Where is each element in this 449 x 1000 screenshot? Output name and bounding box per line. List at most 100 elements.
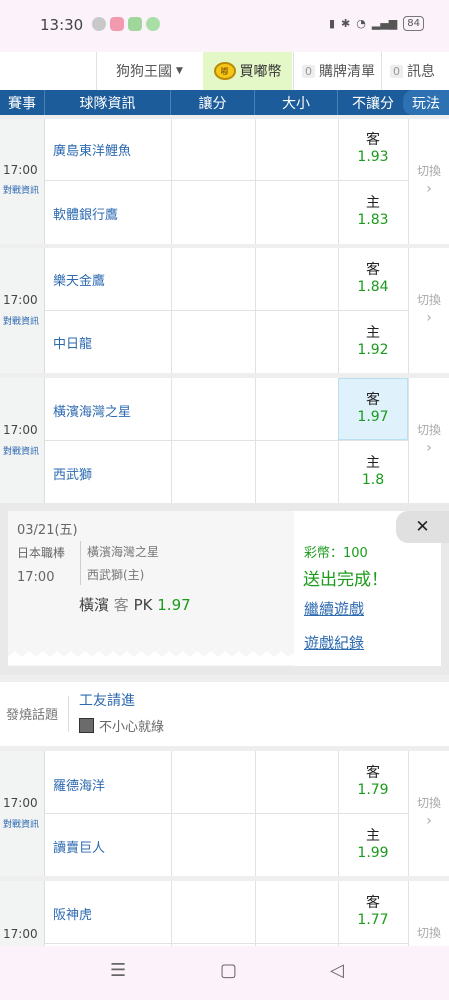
switch-button[interactable]: 切換 ›	[409, 162, 449, 197]
hot-topic-bar[interactable]: 發燒話題 工友請進 不小心就綠	[0, 682, 449, 746]
col-moneyline: 不讓分	[352, 95, 394, 112]
match-time-cell: 17:00 對戰資訊	[0, 751, 45, 876]
col-divider	[255, 378, 256, 503]
switch-button[interactable]: 切換 ›	[409, 421, 449, 456]
odds-table-header: 賽事 球隊資訊 讓分 大小 不讓分 玩法	[0, 90, 449, 115]
pick-side: 客	[113, 596, 129, 614]
match-row: 17:00 阪神虎 客 1.77 切換	[0, 881, 449, 946]
top-nav: 狗狗王國 ▼ 嘟 買嘟幣 0 購牌清單 0 訊息	[0, 52, 449, 90]
cart-count: 0	[302, 64, 315, 78]
hot-topic-divider	[68, 696, 69, 732]
pick-type: PK	[133, 596, 153, 614]
col-spread: 讓分	[171, 90, 255, 115]
messages-label: 訊息	[407, 64, 435, 80]
col-divider	[255, 881, 256, 946]
system-nav-bar: ☰ ▢ ◁	[0, 946, 449, 1000]
match-info-link[interactable]: 對戰資訊	[3, 444, 39, 457]
away-odds-value: 1.93	[357, 149, 389, 165]
buy-coin-label: 買嘟幣	[239, 64, 282, 80]
away-odds-button[interactable]: 客 1.84	[338, 262, 408, 296]
alarm-icon: ◔	[356, 17, 366, 30]
home-odds-button[interactable]: 主 1.83	[338, 195, 408, 229]
away-odds-button[interactable]: 客 1.77	[338, 895, 408, 929]
row-divider	[45, 180, 408, 181]
away-side-label: 客	[366, 895, 380, 911]
match-row: 17:00 對戰資訊 樂天金鷹 中日龍 客 1.84 主 1.92 切換 ›	[0, 248, 449, 373]
col-divider	[255, 751, 256, 876]
chevron-right-icon: ›	[426, 440, 432, 456]
cart-button[interactable]: 0 購牌清單	[293, 52, 381, 90]
home-icon[interactable]: ▢	[220, 960, 237, 981]
hot-topic-title[interactable]: 工友請進	[79, 690, 135, 710]
col-divider	[255, 119, 256, 244]
away-odds-button[interactable]: 客 1.79	[338, 765, 408, 799]
back-icon[interactable]: ◁	[330, 960, 344, 981]
away-team: 樂天金鷹	[53, 274, 106, 289]
hot-topic-subtitle: 不小心就綠	[99, 720, 165, 735]
messages-button[interactable]: 0 訊息	[381, 52, 449, 90]
status-bar: 13:30 ▮ ✱ ◔ ▂▄▆ 84	[0, 0, 449, 52]
switch-label: 切換	[416, 423, 441, 437]
away-team: 阪神虎	[53, 908, 93, 923]
col-play-button[interactable]: 玩法	[403, 90, 449, 115]
match-time-cell: 17:00 對戰資訊	[0, 248, 45, 373]
app-notification-icon	[146, 17, 160, 31]
away-side-label: 客	[366, 392, 380, 408]
coin-balance: 彩幣：100	[304, 546, 368, 561]
signal-icon: ▂▄▆	[371, 17, 398, 30]
avatar	[79, 718, 94, 733]
home-team: 讀賣巨人	[53, 841, 106, 856]
buy-coin-button[interactable]: 嘟 買嘟幣	[203, 52, 292, 90]
pick-odds: 1.97	[157, 596, 191, 614]
chevron-right-icon: ›	[426, 181, 432, 197]
away-odds-button[interactable]: 客 1.97	[338, 392, 408, 426]
match-row: 17:00 對戰資訊 廣島東洋鯉魚 軟體銀行鷹 客 1.93 主 1.83 切換…	[0, 119, 449, 244]
continue-game-link[interactable]: 繼續遊戲	[304, 598, 364, 619]
match-row: 17:00 對戰資訊 羅德海洋 讀賣巨人 客 1.79 主 1.99 切換 ›	[0, 751, 449, 876]
home-side-label: 主	[366, 195, 380, 211]
match-info-link[interactable]: 對戰資訊	[3, 817, 39, 830]
home-odds-button[interactable]: 主 1.8	[338, 455, 408, 489]
menu-icon[interactable]: ☰	[110, 960, 126, 981]
away-team: 羅德海洋	[53, 779, 106, 794]
kingdom-dropdown[interactable]: 狗狗王國 ▼	[96, 52, 202, 90]
home-side-label: 主	[366, 325, 380, 341]
home-odds-button[interactable]: 主 1.92	[338, 325, 408, 359]
home-odds-value: 1.83	[357, 212, 389, 228]
home-odds-button[interactable]: 主 1.99	[338, 828, 408, 862]
row-divider	[45, 310, 408, 311]
switch-button[interactable]: 切換	[409, 924, 449, 941]
ticket-home-team: 西武獅(主)	[87, 568, 145, 582]
ticket-time: 17:00	[17, 570, 55, 585]
match-info-link[interactable]: 對戰資訊	[3, 314, 39, 327]
switch-button[interactable]: 切換 ›	[409, 794, 449, 829]
away-odds-value: 1.97	[357, 409, 389, 425]
match-row: 17:00 對戰資訊 橫濱海灣之星 西武獅 客 1.97 主 1.8 切換 ›	[0, 378, 449, 503]
match-info-link[interactable]: 對戰資訊	[3, 183, 39, 196]
switch-button[interactable]: 切換 ›	[409, 291, 449, 326]
submit-complete-text: 送出完成！	[303, 570, 388, 590]
col-divider	[171, 751, 172, 876]
away-odds-value: 1.79	[357, 782, 389, 798]
away-odds-value: 1.77	[357, 912, 389, 928]
status-time: 13:30	[40, 16, 84, 34]
home-odds-value: 1.99	[357, 845, 389, 861]
row-divider	[45, 440, 408, 441]
chat-icon	[92, 17, 106, 31]
chevron-right-icon: ›	[426, 310, 432, 326]
away-team: 橫濱海灣之星	[53, 405, 132, 420]
bluetooth-icon: ✱	[341, 17, 351, 30]
col-divider	[171, 119, 172, 244]
away-odds-button[interactable]: 客 1.93	[338, 132, 408, 166]
close-icon[interactable]: ✕	[396, 511, 449, 543]
match-time-cell: 17:00 對戰資訊	[0, 119, 45, 244]
game-records-link[interactable]: 遊戲紀錄	[304, 632, 364, 653]
away-side-label: 客	[366, 262, 380, 278]
hot-topic-label: 發燒話題	[6, 708, 59, 723]
col-divider	[171, 248, 172, 373]
kingdom-label: 狗狗王國	[116, 64, 173, 80]
row-divider	[45, 943, 408, 944]
home-odds-value: 1.92	[357, 342, 389, 358]
match-time: 17:00	[3, 163, 38, 177]
caret-down-icon: ▼	[176, 66, 183, 76]
